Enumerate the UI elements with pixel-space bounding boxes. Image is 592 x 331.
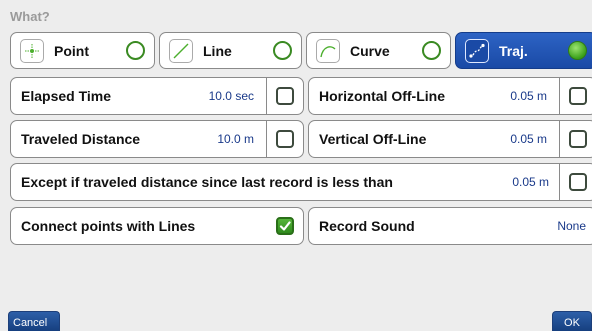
except-value[interactable]: 0.05 m	[512, 175, 549, 189]
type-trajectory-button[interactable]: Traj.	[455, 32, 592, 69]
record-sound-row[interactable]: Record Sound None	[308, 207, 592, 245]
type-trajectory-radio[interactable]	[568, 41, 587, 60]
traveled-distance-checkbox[interactable]	[276, 130, 294, 148]
type-point-radio[interactable]	[126, 41, 145, 60]
type-trajectory-label: Traj.	[499, 42, 528, 59]
vertical-offline-label: Vertical Off-Line	[319, 131, 427, 147]
elapsed-time-label: Elapsed Time	[21, 88, 112, 104]
horizontal-offline-checkbox[interactable]	[569, 87, 587, 105]
type-line-label: Line	[203, 42, 232, 59]
type-curve-radio[interactable]	[422, 41, 441, 60]
record-sound-label: Record Sound	[319, 218, 415, 234]
except-checkbox[interactable]	[569, 173, 587, 191]
traveled-distance-label: Traveled Distance	[21, 131, 141, 147]
traveled-distance-row[interactable]: Traveled Distance 10.0 m	[10, 120, 304, 158]
record-sound-value[interactable]: None	[557, 219, 586, 233]
connect-points-label: Connect points with Lines	[21, 218, 196, 234]
type-point-label: Point	[54, 42, 89, 59]
ok-button[interactable]: OK	[552, 311, 592, 331]
horizontal-offline-row[interactable]: Horizontal Off-Line 0.05 m	[308, 77, 592, 115]
cancel-button[interactable]: Cancel	[8, 311, 60, 331]
connect-points-checkbox[interactable]	[276, 217, 294, 235]
except-label: Except if traveled distance since last r…	[21, 174, 393, 190]
horizontal-offline-value[interactable]: 0.05 m	[510, 89, 547, 103]
vertical-offline-value[interactable]: 0.05 m	[510, 132, 547, 146]
type-point-button[interactable]: Point	[10, 32, 155, 69]
curve-icon	[316, 38, 340, 63]
point-icon	[20, 38, 44, 63]
type-line-radio[interactable]	[273, 41, 292, 60]
vertical-offline-row[interactable]: Vertical Off-Line 0.05 m	[308, 120, 592, 158]
trajectory-icon	[465, 38, 489, 63]
type-line-button[interactable]: Line	[159, 32, 302, 69]
type-curve-button[interactable]: Curve	[306, 32, 451, 69]
elapsed-time-row[interactable]: Elapsed Time 10.0 sec	[10, 77, 304, 115]
page-title: What?	[10, 9, 50, 24]
vertical-offline-checkbox[interactable]	[569, 130, 587, 148]
line-icon	[169, 38, 193, 63]
elapsed-time-value[interactable]: 10.0 sec	[209, 89, 254, 103]
elapsed-time-checkbox[interactable]	[276, 87, 294, 105]
horizontal-offline-label: Horizontal Off-Line	[319, 88, 445, 104]
traveled-distance-value[interactable]: 10.0 m	[217, 132, 254, 146]
type-curve-label: Curve	[350, 42, 390, 59]
connect-points-row[interactable]: Connect points with Lines	[10, 207, 304, 245]
checkmark-icon	[279, 221, 291, 231]
except-row[interactable]: Except if traveled distance since last r…	[10, 163, 592, 201]
